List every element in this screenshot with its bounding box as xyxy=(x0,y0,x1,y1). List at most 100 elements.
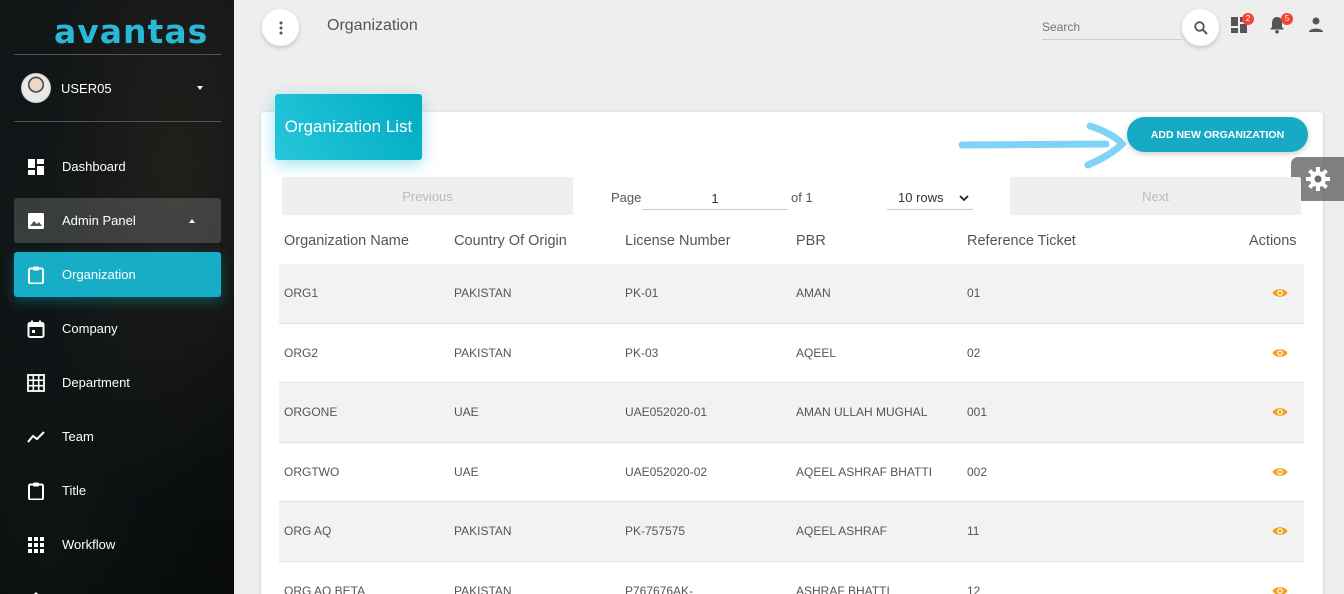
cell-pbr: AQEEL ASHRAF xyxy=(796,524,887,538)
table-row[interactable]: ORG1 PAKISTAN PK-01 AMAN 01 xyxy=(279,264,1304,323)
cell-country: UAE xyxy=(454,465,479,479)
column-header-actions: Actions xyxy=(1249,233,1297,249)
column-header-ticket[interactable]: Reference Ticket xyxy=(967,233,1076,249)
sidebar-item-label: Team xyxy=(62,429,94,444)
table-row[interactable]: ORG AQ PAKISTAN PK-757575 AQEEL ASHRAF 1… xyxy=(279,502,1304,561)
cell-ticket: 12 xyxy=(967,584,981,594)
gear-icon xyxy=(1305,167,1330,191)
cell-country: PAKISTAN xyxy=(454,584,512,594)
sidebar-item-label: Company xyxy=(62,321,118,336)
search-input[interactable] xyxy=(1042,14,1182,40)
caret-up-icon xyxy=(189,218,195,223)
sidebar-item-dashboard[interactable]: Dashboard xyxy=(14,144,221,189)
clipboard-icon xyxy=(27,266,45,284)
cell-country: PAKISTAN xyxy=(454,346,512,360)
divider xyxy=(14,121,221,122)
cell-license: PK-757575 xyxy=(625,524,686,538)
cell-pbr: AQEEL xyxy=(796,346,837,360)
dashboard-icon xyxy=(27,158,45,176)
table-row[interactable]: ORG AQ BETA PAKISTAN P767676AK- ASHRAF B… xyxy=(279,562,1304,594)
search-icon xyxy=(1193,20,1208,35)
view-icon[interactable] xyxy=(1272,287,1288,299)
cell-ticket: 11 xyxy=(967,524,980,538)
user-menu[interactable]: USER05 xyxy=(14,70,221,106)
cell-pbr: AQEEL ASHRAF BHATTI xyxy=(796,465,933,479)
table-row[interactable]: ORGTWO UAE UAE052020-02 AQEEL ASHRAF BHA… xyxy=(279,443,1304,502)
rows-per-page-value: 10 rows xyxy=(898,190,944,205)
view-icon[interactable] xyxy=(1272,525,1288,537)
cell-pbr: AMAN xyxy=(796,286,831,300)
rows-per-page-select[interactable]: 10 rows xyxy=(887,186,973,210)
cell-ticket: 02 xyxy=(967,346,981,360)
calendar-icon xyxy=(27,320,45,338)
cell-ticket: 002 xyxy=(967,465,988,479)
cell-license: P767676AK- xyxy=(625,584,694,594)
user-name: USER05 xyxy=(61,80,112,96)
view-icon[interactable] xyxy=(1272,406,1288,418)
clipboard-icon xyxy=(27,482,45,500)
cell-license: UAE052020-02 xyxy=(625,465,708,479)
profile-button[interactable] xyxy=(1308,16,1328,36)
view-icon[interactable] xyxy=(1272,585,1288,594)
add-new-organization-button[interactable]: ADD NEW ORGANIZATION xyxy=(1127,117,1308,152)
page-count: of 1 xyxy=(791,190,813,205)
sidebar-item-organization[interactable]: Organization xyxy=(14,252,221,297)
view-icon[interactable] xyxy=(1272,466,1288,478)
page-label: Page xyxy=(611,190,642,205)
chevron-down-icon xyxy=(959,194,969,201)
unfold-icon xyxy=(27,590,45,594)
cell-license: PK-03 xyxy=(625,346,659,360)
person-icon xyxy=(1309,17,1323,32)
cell-pbr: AMAN ULLAH MUGHAL xyxy=(796,405,928,419)
page-number-input[interactable] xyxy=(642,187,788,210)
arrow-annotation xyxy=(958,122,1127,169)
column-header-license[interactable]: License Number xyxy=(625,233,731,249)
sidebar-item-title[interactable]: Title xyxy=(14,468,221,513)
sidebar-item-department[interactable]: Department xyxy=(14,360,221,405)
sidebar-item-team[interactable]: Team xyxy=(14,414,221,459)
cell-name: ORG AQ xyxy=(284,524,332,538)
cell-name: ORG2 xyxy=(284,346,319,360)
grid-icon xyxy=(27,373,45,392)
column-header-pbr[interactable]: PBR xyxy=(796,233,826,249)
image-icon xyxy=(27,212,45,230)
table-row[interactable]: ORG2 PAKISTAN PK-03 AQEEL 02 xyxy=(279,324,1304,383)
sidebar-item-more[interactable] xyxy=(14,576,221,594)
sidebar-item-label: Admin Panel xyxy=(62,213,136,228)
notifications-button[interactable]: 5 xyxy=(1269,13,1293,36)
cell-country: PAKISTAN xyxy=(454,286,512,300)
divider xyxy=(14,54,221,55)
search-button[interactable] xyxy=(1182,9,1219,46)
more-options-button[interactable] xyxy=(262,9,299,46)
sidebar-item-label: Department xyxy=(62,375,130,390)
cell-license: UAE052020-01 xyxy=(625,405,708,419)
sidebar-item-workflow[interactable]: Workflow xyxy=(14,522,221,567)
cell-ticket: 01 xyxy=(967,286,981,300)
previous-button[interactable]: Previous xyxy=(282,177,573,215)
cell-ticket: 001 xyxy=(967,405,988,419)
sidebar-item-label: Organization xyxy=(62,267,136,282)
view-icon[interactable] xyxy=(1272,347,1288,359)
notifications-badge: 5 xyxy=(1281,13,1293,25)
caret-down-icon xyxy=(197,86,203,90)
sidebar-item-label: Dashboard xyxy=(62,159,126,174)
sidebar: avantas USER05 Dashboard Admin Panel Org… xyxy=(0,0,234,594)
cell-pbr: ASHRAF BHATTI xyxy=(796,584,890,594)
column-header-country[interactable]: Country Of Origin xyxy=(454,233,567,249)
apps-button[interactable]: 2 xyxy=(1230,13,1254,36)
column-header-name[interactable]: Organization Name xyxy=(284,233,409,249)
card-title: Organization List xyxy=(275,94,422,160)
cell-name: ORG1 xyxy=(284,286,319,300)
table-row[interactable]: ORGONE UAE UAE052020-01 AMAN ULLAH MUGHA… xyxy=(279,383,1304,442)
cell-name: ORGTWO xyxy=(284,465,340,479)
brand-logo: avantas xyxy=(54,12,209,51)
sidebar-item-admin-panel[interactable]: Admin Panel xyxy=(14,198,221,243)
page-title: Organization xyxy=(327,17,418,34)
dots-vertical-icon xyxy=(279,21,282,34)
sidebar-item-company[interactable]: Company xyxy=(14,306,221,351)
cell-license: PK-01 xyxy=(625,286,659,300)
next-button[interactable]: Next xyxy=(1010,177,1301,215)
sidebar-item-label: Title xyxy=(62,483,87,498)
cell-name: ORGONE xyxy=(284,405,338,419)
avatar xyxy=(21,73,51,103)
